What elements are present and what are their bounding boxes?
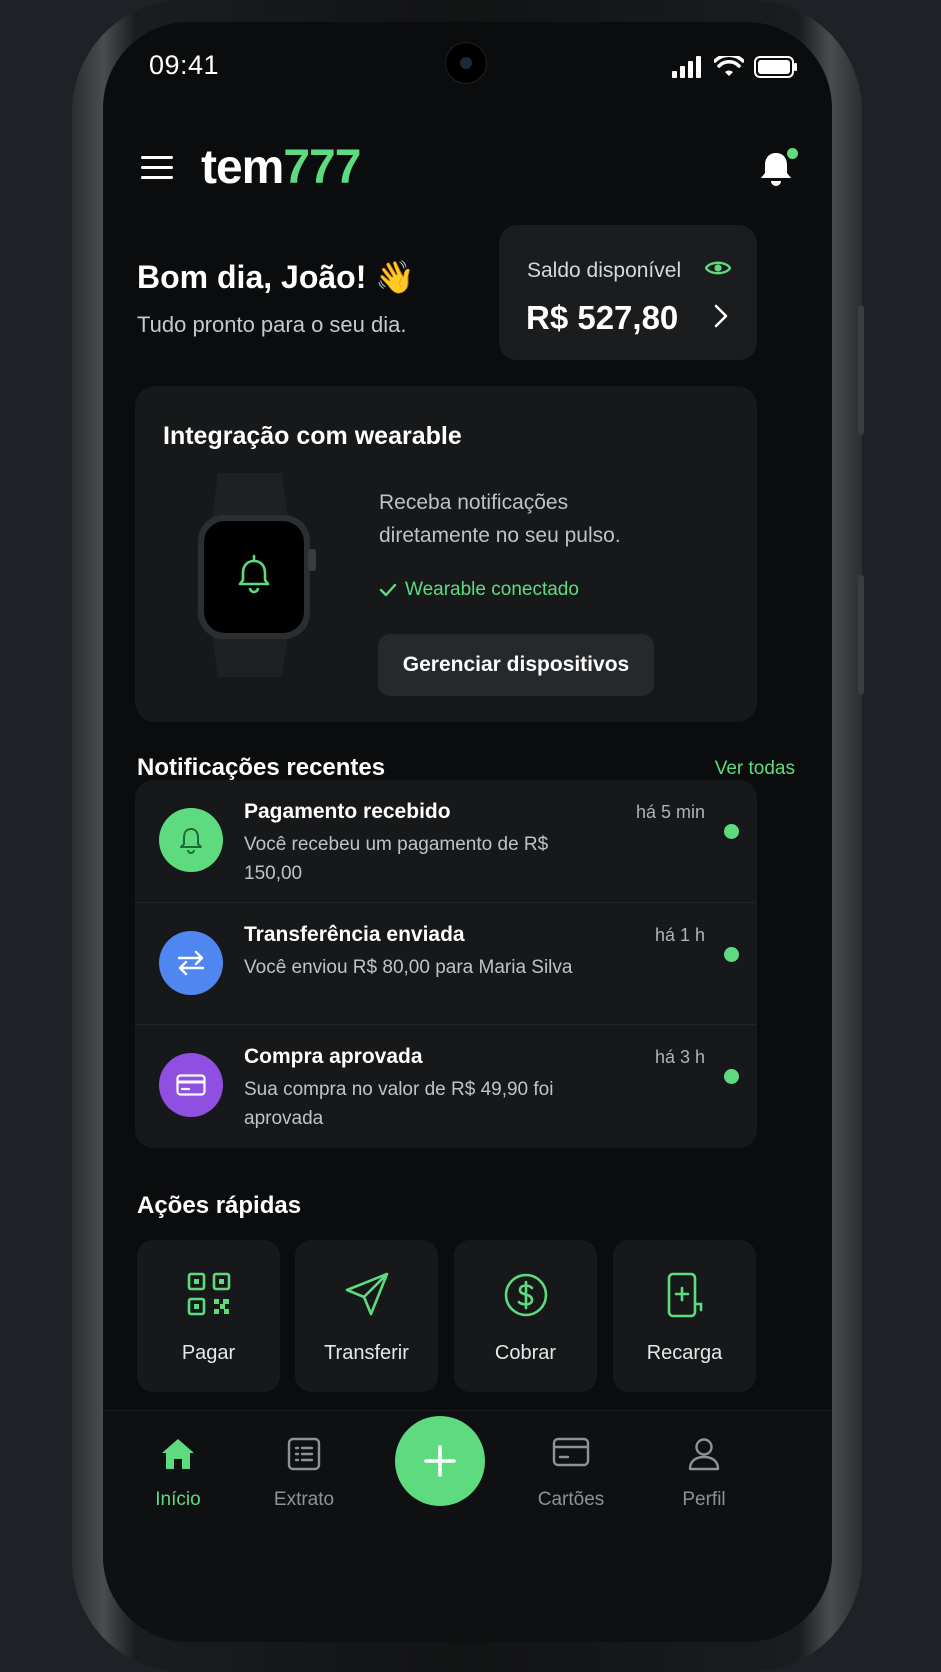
- user-icon: [688, 1438, 720, 1471]
- tab-label: Extrato: [273, 1489, 335, 1510]
- notifications-button[interactable]: [758, 148, 798, 188]
- balance-value: R$ 527,80: [526, 299, 679, 336]
- notification-time: há 5 min: [635, 802, 705, 822]
- wifi-icon: [714, 56, 744, 76]
- wearable-title: Integração com wearable: [163, 422, 462, 450]
- quick-action-recarga[interactable]: Recarga: [613, 1240, 756, 1392]
- see-all-link[interactable]: Ver todas: [715, 758, 795, 780]
- notification-item[interactable]: Compra aprovada Sua compra no valor de R…: [135, 1024, 757, 1146]
- power-button: [858, 575, 864, 695]
- phone-recharge-icon: [667, 1272, 702, 1318]
- quick-action-pagar[interactable]: Pagar: [137, 1240, 280, 1392]
- quick-action-cobrar[interactable]: Cobrar: [454, 1240, 597, 1392]
- notification-title: Pagamento recebido: [244, 800, 451, 823]
- unread-indicator: [787, 148, 798, 159]
- menu-icon[interactable]: [141, 156, 173, 180]
- card-icon: [552, 1437, 590, 1467]
- notification-item[interactable]: Transferência enviada Você enviou R$ 80,…: [135, 902, 757, 1024]
- notification-time: há 1 h: [654, 925, 705, 945]
- qr-code-icon: [187, 1272, 230, 1316]
- transfer-icon: [177, 950, 205, 976]
- logo-main: tem: [201, 141, 284, 194]
- manage-devices-button[interactable]: Gerenciar dispositivos: [378, 634, 654, 696]
- signal-icon: [672, 56, 701, 78]
- front-camera: [445, 42, 487, 84]
- tab-cartoes[interactable]: Cartões: [516, 1411, 626, 1531]
- battery-icon: [754, 56, 797, 78]
- tab-label: Cartões: [537, 1489, 605, 1510]
- bell-icon: [180, 828, 202, 854]
- dollar-circle-icon: [504, 1273, 547, 1317]
- notifications-list: Pagamento recebido Você recebeu um pagam…: [135, 780, 757, 1148]
- tab-inicio[interactable]: Início: [123, 1411, 233, 1531]
- unread-dot: [724, 947, 739, 962]
- app-header: tem777: [103, 122, 832, 202]
- card-icon: [176, 1074, 206, 1096]
- tab-perfil[interactable]: Perfil: [649, 1411, 759, 1531]
- status-time: 09:41: [149, 50, 220, 80]
- phone-screen: 09:41 tem777 Bom dia, João! 👋 Tudo pront…: [103, 22, 832, 1642]
- wearable-status-text: Wearable conectado: [405, 579, 579, 600]
- tab-label: Perfil: [682, 1489, 726, 1510]
- wearable-status: Wearable conectado: [379, 579, 579, 601]
- unread-dot: [724, 1069, 739, 1084]
- quick-action-label: Cobrar: [494, 1342, 557, 1364]
- quick-action-transferir[interactable]: Transferir: [295, 1240, 438, 1392]
- notification-text: Sua compra no valor de R$ 49,90 foi apro…: [244, 1079, 554, 1129]
- unread-dot: [724, 824, 739, 839]
- statement-icon: [287, 1437, 321, 1471]
- notification-avatar: [159, 808, 223, 872]
- chevron-right-icon[interactable]: [713, 303, 729, 329]
- notification-time: há 3 h: [654, 1047, 705, 1067]
- volume-button: [858, 305, 864, 435]
- notification-item[interactable]: Pagamento recebido Você recebeu um pagam…: [135, 780, 757, 902]
- notification-text: Você recebeu um pagamento de R$ 150,00: [244, 834, 549, 884]
- eye-icon[interactable]: [705, 259, 731, 277]
- wearable-description: Receba notificações diretamente no seu p…: [379, 491, 621, 547]
- balance-card[interactable]: Saldo disponível R$ 527,80: [499, 225, 757, 360]
- notifications-title: Notificações recentes: [137, 754, 386, 781]
- tab-label: Início: [155, 1489, 201, 1510]
- notification-text: Você enviou R$ 80,00 para Maria Silva: [244, 957, 573, 978]
- quick-action-label: Recarga: [646, 1342, 723, 1364]
- logo-accent: 777: [283, 141, 361, 194]
- notification-avatar: [159, 931, 223, 995]
- quick-action-label: Pagar: [181, 1342, 236, 1364]
- quick-actions-title: Ações rápidas: [137, 1192, 302, 1219]
- app-logo: tem777: [201, 140, 361, 195]
- plus-icon: [424, 1445, 456, 1477]
- smartwatch-image: [198, 473, 316, 677]
- status-bar: 09:41: [103, 22, 832, 112]
- tab-extrato[interactable]: Extrato: [249, 1411, 359, 1531]
- balance-label: Saldo disponível: [527, 259, 682, 282]
- status-icons: [672, 56, 798, 78]
- greeting-subtitle: Tudo pronto para o seu dia.: [137, 312, 407, 337]
- check-icon: [379, 583, 397, 597]
- notification-title: Compra aprovada: [244, 1045, 423, 1068]
- home-icon: [162, 1439, 194, 1469]
- wearable-card: Integração com wearable Receba notificaç…: [135, 386, 757, 722]
- send-icon: [345, 1272, 388, 1316]
- notification-avatar: [159, 1053, 223, 1117]
- notification-title: Transferência enviada: [244, 923, 465, 946]
- greeting-title: Bom dia, João! 👋: [137, 259, 416, 295]
- add-button[interactable]: [395, 1416, 485, 1506]
- quick-action-label: Transferir: [324, 1342, 409, 1364]
